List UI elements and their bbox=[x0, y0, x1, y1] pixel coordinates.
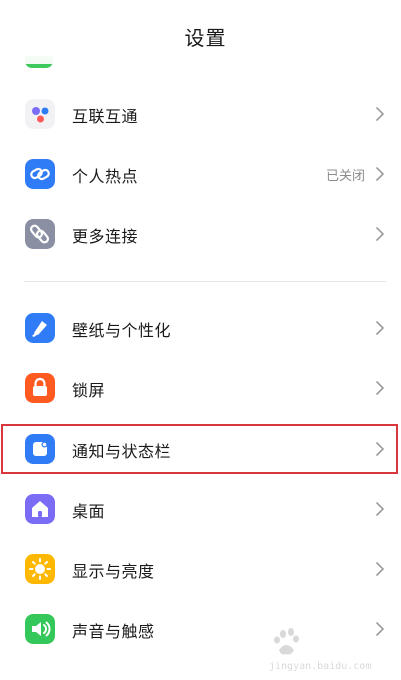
header: 设置 bbox=[0, 0, 401, 64]
notification-icon bbox=[25, 434, 55, 464]
settings-row-lockscreen[interactable]: 锁屏 bbox=[0, 358, 401, 418]
chevron-right-icon bbox=[373, 559, 387, 579]
chevron-right-icon bbox=[373, 499, 387, 519]
watermark-text: jingyan.baidu.com bbox=[269, 661, 372, 672]
section-divider bbox=[24, 281, 386, 282]
speaker-icon bbox=[25, 614, 55, 644]
hotspot-status: 已关闭 bbox=[325, 169, 365, 184]
settings-row-desktop[interactable]: 桌面 bbox=[0, 479, 401, 539]
hotspot-link-icon bbox=[25, 159, 55, 189]
lock-icon bbox=[25, 373, 55, 403]
more-connections-link-icon bbox=[25, 219, 55, 249]
settings-row-notifications[interactable]: 通知与状态栏 bbox=[0, 419, 401, 479]
row-label: 个人热点 bbox=[72, 167, 139, 186]
sun-icon bbox=[25, 554, 55, 584]
baidu-paw-icon bbox=[274, 628, 299, 655]
chevron-right-icon bbox=[373, 439, 387, 459]
settings-row-more-connections[interactable]: 更多连接 bbox=[0, 204, 401, 264]
chevron-right-icon bbox=[373, 224, 387, 244]
settings-row-hotspot[interactable]: 个人热点 已关闭 bbox=[0, 144, 401, 204]
row-label: 显示与亮度 bbox=[72, 562, 155, 581]
row-label: 声音与触感 bbox=[72, 622, 155, 641]
row-label: 桌面 bbox=[72, 502, 106, 521]
paintbrush-icon bbox=[25, 313, 55, 343]
row-label: 互联互通 bbox=[72, 107, 139, 126]
chevron-right-icon bbox=[373, 104, 387, 124]
settings-row-display[interactable]: 显示与亮度 bbox=[0, 539, 401, 599]
settings-row-wallpaper[interactable]: 壁纸与个性化 bbox=[0, 298, 401, 358]
settings-row-interconnect[interactable]: 互联互通 bbox=[0, 84, 401, 144]
row-label: 锁屏 bbox=[72, 381, 106, 400]
home-icon bbox=[25, 494, 55, 524]
interconnect-icon bbox=[25, 99, 55, 129]
watermark: jingyan.baidu.com bbox=[269, 626, 379, 672]
row-label: 更多连接 bbox=[72, 227, 139, 246]
row-label: 壁纸与个性化 bbox=[72, 321, 172, 340]
chevron-right-icon bbox=[373, 164, 387, 184]
row-label: 通知与状态栏 bbox=[72, 442, 172, 461]
page-title: 设置 bbox=[184, 26, 227, 50]
chevron-right-icon bbox=[373, 318, 387, 338]
chevron-right-icon bbox=[373, 378, 387, 398]
